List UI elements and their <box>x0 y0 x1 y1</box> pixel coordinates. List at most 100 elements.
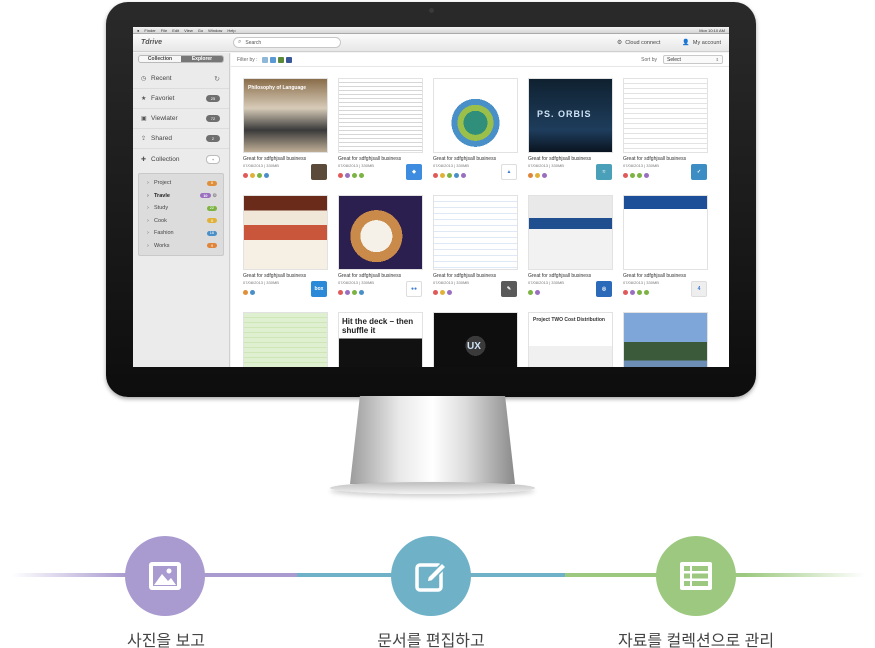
collection-item-project[interactable]: › Project 6 <box>139 177 223 190</box>
file-card[interactable]: Project TWO Cost Distribution <box>528 312 613 367</box>
filter-bar: Filter by : Sort by Select ⇕ <box>231 53 729 67</box>
collection-item-cook[interactable]: › Cook 5 <box>139 215 223 228</box>
tab-collection[interactable]: Collection <box>139 56 181 62</box>
file-title[interactable]: Great for sdfghjsall business <box>528 273 591 279</box>
sidebar-item-favoriet[interactable]: ★ Favoriet 25 <box>133 89 229 109</box>
file-thumbnail[interactable] <box>243 312 328 367</box>
chevron-right-icon: › <box>147 180 149 187</box>
file-meta: 07/08/2013 | 330MB <box>243 280 279 285</box>
search-input[interactable]: ⌕ Search <box>233 37 341 48</box>
menu-item[interactable]: File <box>161 28 167 33</box>
add-collection-button[interactable]: + <box>206 154 220 164</box>
collection-item-study[interactable]: › Study 22 <box>139 202 223 215</box>
collection-item-works[interactable]: › Works 9 <box>139 240 223 253</box>
sidebar-item-viewlater[interactable]: ▣ Viewlater 72 <box>133 109 229 129</box>
file-card[interactable]: UX <box>433 312 518 367</box>
cloud-filter-icon[interactable] <box>261 56 268 63</box>
collection-dot <box>637 173 642 178</box>
file-card[interactable]: Hit the deck – then shuffle it <box>338 312 423 367</box>
file-title[interactable]: Great for sdfghjsall business <box>623 273 686 279</box>
collection-item-fashion[interactable]: › Fashion 16 <box>139 227 223 240</box>
collection-dot <box>338 173 343 178</box>
collection-dot <box>528 173 533 178</box>
app-logo[interactable]: Tdrive <box>141 39 233 46</box>
file-card[interactable] <box>623 312 708 367</box>
file-thumbnail[interactable]: Hit the deck – then shuffle it <box>338 312 423 367</box>
sort-value: Select <box>667 56 681 63</box>
file-title[interactable]: Great for sdfghjsall business <box>243 156 306 162</box>
refresh-icon[interactable]: ↻ <box>214 75 220 83</box>
file-title[interactable]: Great for sdfghjsall business <box>338 156 401 162</box>
facebook-filter-icon[interactable] <box>285 56 292 63</box>
file-card[interactable]: Great for sdfghjsall business 07/08/2013 … <box>528 195 613 307</box>
file-thumbnail[interactable] <box>338 195 423 270</box>
file-title[interactable]: Great for sdfghjsall business <box>433 273 496 279</box>
file-thumbnail[interactable] <box>623 312 708 367</box>
file-title[interactable]: Great for sdfghjsall business <box>623 156 686 162</box>
collection-dot <box>338 290 343 295</box>
count-badge: 16 <box>206 230 217 236</box>
file-card[interactable]: Great for sdfghjsall business 07/08/2013 … <box>623 78 708 190</box>
file-thumbnail[interactable] <box>528 195 613 270</box>
sort-select[interactable]: Select ⇕ <box>663 55 723 64</box>
file-title[interactable]: Great for sdfghjsall business <box>338 273 401 279</box>
file-thumbnail[interactable] <box>243 195 328 270</box>
file-title[interactable]: Great for sdfghjsall business <box>243 273 306 279</box>
file-card[interactable]: Great for sdfghjsall business 07/08/2013 … <box>433 195 518 307</box>
file-card[interactable]: Great for sdfghjsall business 07/08/2013 … <box>243 195 328 307</box>
main-content: Filter by : Sort by Select ⇕ Philosophy … <box>231 53 729 367</box>
menu-item[interactable]: Edit <box>172 28 179 33</box>
collection-dot <box>447 173 452 178</box>
file-meta: 07/08/2013 | 330MB <box>623 280 659 285</box>
tab-explorer[interactable]: Explorer <box>181 56 223 62</box>
collection-item-travle[interactable]: › Travle 10 ⚙ <box>139 190 223 203</box>
file-card[interactable]: Great for sdfghjsall business 07/08/2013 … <box>338 78 423 190</box>
sidebar-item-recent[interactable]: ◷ Recent ↻ <box>133 69 229 89</box>
file-card[interactable] <box>243 312 328 367</box>
four-app-icon: 4 <box>691 281 707 297</box>
bookmark-icon: ▣ <box>141 116 147 122</box>
evernote-filter-icon[interactable] <box>277 56 284 63</box>
file-thumbnail[interactable] <box>623 78 708 153</box>
file-thumbnail[interactable]: Project TWO Cost Distribution <box>528 312 613 367</box>
menu-item[interactable]: Finder <box>144 28 155 33</box>
file-card[interactable]: Great for sdfghjsall business 07/08/2013 … <box>623 195 708 307</box>
gear-icon[interactable]: ⚙ <box>213 193 217 199</box>
drive-filter-icon[interactable] <box>269 56 276 63</box>
file-thumbnail[interactable]: Philosophy of Language <box>243 78 328 153</box>
apple-menu-icon[interactable]: ● <box>137 28 139 33</box>
file-card[interactable]: Great for sdfghjsall business 07/08/2013 … <box>338 195 423 307</box>
file-thumbnail[interactable] <box>433 78 518 153</box>
file-card[interactable]: Great for sdfghjsall business 07/08/2013 … <box>433 78 518 190</box>
menu-item[interactable]: Window <box>208 28 222 33</box>
file-thumbnail[interactable] <box>338 78 423 153</box>
count-badge: 5 <box>207 218 217 224</box>
file-meta: 07/08/2013 | 330MB <box>433 280 469 285</box>
file-thumbnail[interactable] <box>623 195 708 270</box>
file-card[interactable]: Philosophy of Language Great for sdfghjsa… <box>243 78 328 190</box>
my-account-label: My account <box>692 39 721 46</box>
cloud-connect-button[interactable]: ⚙ Cloud connect <box>617 39 661 47</box>
my-account-button[interactable]: 👤 My account <box>682 39 721 47</box>
file-title[interactable]: Great for sdfghjsall business <box>433 156 496 162</box>
menu-item[interactable]: View <box>184 28 193 33</box>
menu-item[interactable]: Go <box>198 28 203 33</box>
collection-dot <box>359 173 364 178</box>
sidebar-item-shared[interactable]: ⇪ Shared 2 <box>133 129 229 149</box>
evernote-icon: ✎ <box>501 281 517 297</box>
file-thumbnail[interactable]: PS. ORBIS <box>528 78 613 153</box>
menu-item[interactable]: Help <box>227 28 235 33</box>
search-placeholder: Search <box>245 39 262 46</box>
file-title[interactable]: Great for sdfghjsall business <box>528 156 591 162</box>
collection-dot <box>243 173 248 178</box>
sidebar-item-collection[interactable]: ✚ Collection + <box>133 149 229 169</box>
collection-dot <box>454 173 459 178</box>
file-card[interactable]: PS. ORBIS Great for sdfghjsall business 07… <box>528 78 613 190</box>
thumbnail-text: PS. ORBIS <box>537 109 592 119</box>
file-thumbnail[interactable]: UX <box>433 312 518 367</box>
sidebar-item-label: Favoriet <box>151 95 175 102</box>
chevron-right-icon: › <box>147 242 149 249</box>
file-thumbnail[interactable] <box>433 195 518 270</box>
camera-app-icon: ◎ <box>596 281 612 297</box>
chevron-updown-icon: ⇕ <box>715 57 719 62</box>
